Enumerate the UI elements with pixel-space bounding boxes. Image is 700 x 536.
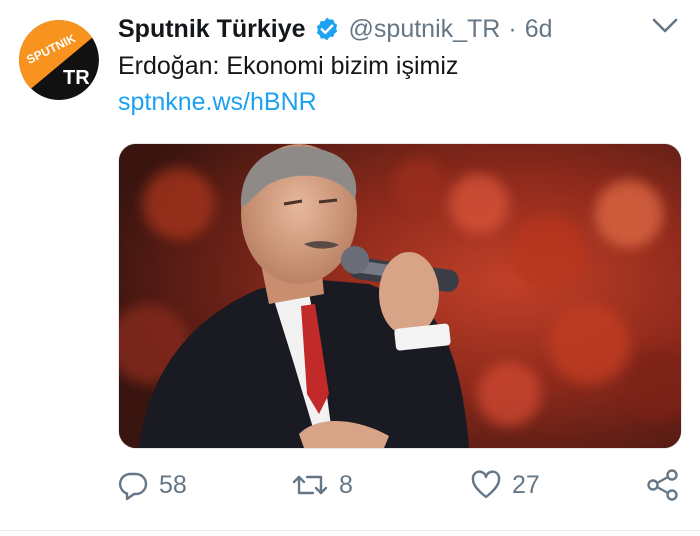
reply-icon [118, 472, 148, 501]
reply-button[interactable]: 58 [117, 462, 187, 508]
tweet-photo[interactable] [118, 143, 682, 449]
retweet-icon [292, 475, 328, 495]
display-name[interactable]: Sputnik Türkiye [118, 15, 306, 44]
tweet-header: Sputnik Türkiye @sputnik_TR · 6d [118, 10, 553, 48]
like-button[interactable]: 27 [470, 462, 540, 508]
sputnik-logo-icon: SPUTNIK TR [19, 20, 99, 100]
retweet-count: 8 [339, 470, 353, 499]
action-bar: 58 8 27 [0, 462, 700, 508]
retweet-button[interactable]: 8 [291, 462, 353, 508]
share-icon [647, 469, 678, 501]
tweet-card[interactable]: SPUTNIK TR Sputnik Türkiye @sputnik_TR ·… [0, 0, 700, 536]
like-count: 27 [512, 470, 540, 499]
avatar[interactable]: SPUTNIK TR [19, 20, 99, 100]
share-button[interactable] [646, 462, 680, 508]
tweet-link[interactable]: sptnkne.ws/hBNR [118, 88, 317, 117]
divider [0, 530, 700, 531]
timestamp[interactable]: 6d [525, 15, 553, 44]
svg-text:TR: TR [63, 67, 90, 89]
user-handle[interactable]: @sputnik_TR [349, 15, 501, 44]
heart-icon [471, 470, 501, 499]
tweet-text: Erdoğan: Ekonomi bizim işimiz [118, 52, 459, 80]
photo-image [119, 144, 681, 448]
reply-count: 58 [159, 470, 187, 499]
verified-badge-icon [314, 16, 340, 42]
chevron-down-icon[interactable] [651, 16, 679, 36]
separator-dot: · [508, 14, 517, 43]
